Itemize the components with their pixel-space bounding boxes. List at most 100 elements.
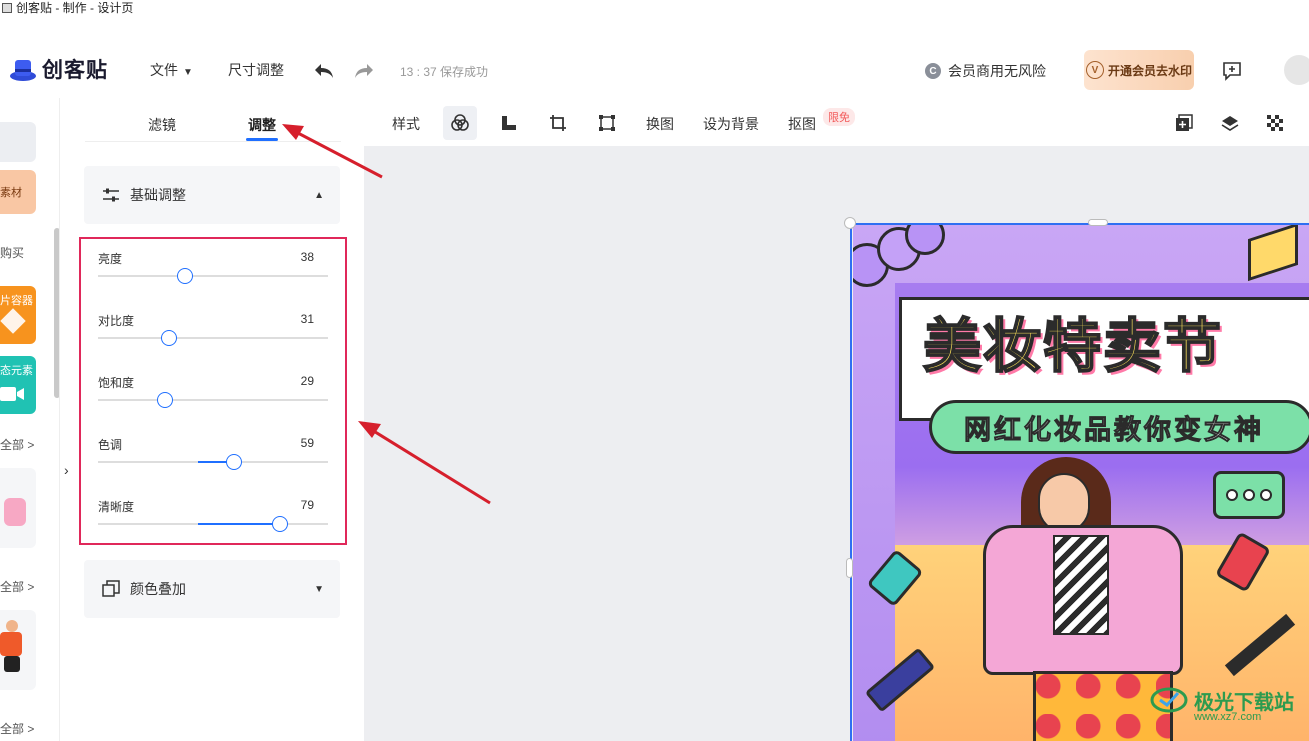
set-background-button[interactable]: 设为背景 [703,114,759,134]
left-sidebar: 素材 购买 片容器 态元素 全部 > 全部 > 全部 > [0,98,60,741]
slider-track[interactable] [98,275,328,277]
sidebar-thumbnail-1[interactable] [0,468,36,548]
filter-icon[interactable] [443,106,477,140]
ruler-icon[interactable] [492,106,526,140]
sidebar-item-material[interactable]: 素材 [0,170,36,214]
resize-handle-top-left[interactable] [844,217,856,229]
copyright-icon: C [925,63,941,79]
logo-text: 创客贴 [42,59,108,82]
color-overlay-section-header[interactable]: 颜色叠加 ▼ [84,560,340,618]
slider-label: 色调 [98,438,123,452]
slider-value: 29 [300,374,314,388]
slider-thumb[interactable] [161,330,178,346]
watermark-logo-icon [1150,687,1188,713]
gift-box-decoration [1248,225,1298,282]
undo-icon[interactable] [311,58,337,84]
transparency-icon[interactable] [1258,106,1292,140]
layers-copy-icon [102,580,120,597]
redo-icon[interactable] [351,58,377,84]
slider-label: 对比度 [98,314,135,328]
sidebar-item-dynamic-label: 态元素 [0,365,33,377]
style-button[interactable]: 样式 [392,114,420,134]
slider-thumb[interactable] [225,454,242,470]
tab-adjust[interactable]: 调整 [248,115,276,135]
slider-track[interactable] [98,399,328,401]
sidebar-item-material-label: 素材 [0,187,22,199]
collapse-up-icon: ▲ [314,189,324,201]
logo[interactable]: 创客贴 [8,54,108,84]
slider-fill [198,523,280,525]
slider-sharpness[interactable]: 清晰度 79 [98,498,328,538]
slider-hue[interactable]: 色调 59 [98,436,328,476]
basic-adjust-section-header[interactable]: 基础调整 ▲ [84,166,340,224]
vip-button-label: 开通会员去水印 [1107,63,1192,78]
sidebar-item-container-label: 片容器 [0,295,33,307]
sidebar-item-container[interactable]: 片容器 [0,286,36,344]
window-title: 创客贴 - 制作 - 设计页 [16,1,134,15]
file-menu-label: 文件 [150,62,178,78]
crop-icon[interactable] [541,106,575,140]
vip-badge-icon: V [1085,61,1104,79]
highlight-box: 亮度 38 对比度 31 饱和度 29 色调 59 清晰度 79 [79,237,347,545]
header: 创客贴 文件 ▼ 尺寸调整 13 : 37 保存成功 C 会员商用无风险 V 开通… [0,40,1309,98]
save-status: 13 : 37 保存成功 [400,65,489,79]
resize-handle-left[interactable] [846,558,853,578]
cutout-button[interactable]: 抠图 [788,114,816,134]
expand-down-icon: ▼ [314,583,324,595]
image-toolbar: 样式 换图 设为背景 抠图 限免 [364,98,1309,146]
logo-hat-icon [8,54,38,84]
layers-icon[interactable] [1213,106,1247,140]
slider-value: 38 [300,250,314,264]
transform-icon[interactable] [590,106,624,140]
collapse-panel-chevron-icon[interactable]: › [64,462,69,478]
poster-image[interactable]: 美妆特卖节 网红化妆品教你变女神 [853,225,1309,741]
app-icon [2,3,12,13]
view-all-link-1[interactable]: 全部 > [0,436,34,453]
free-badge: 限免 [823,108,855,126]
slider-value: 59 [300,436,314,450]
commercial-info[interactable]: C 会员商用无风险 [925,61,1046,81]
sliders-icon [103,188,119,202]
view-all-link-2[interactable]: 全部 > [0,578,34,595]
slider-saturation[interactable]: 饱和度 29 [98,374,328,414]
avatar[interactable] [1284,55,1309,85]
slider-label: 亮度 [98,252,123,266]
slider-brightness[interactable]: 亮度 38 [98,250,328,290]
slider-thumb[interactable] [271,516,288,532]
resize-handle-top[interactable] [1088,219,1108,226]
girl-face [1038,473,1090,533]
slider-contrast[interactable]: 对比度 31 [98,312,328,352]
add-layer-icon[interactable] [1167,106,1201,140]
watermark-url: www.xz7.com [1194,711,1262,723]
sidebar-item-dynamic[interactable]: 态元素 [0,356,36,414]
sidebar-scrollbar[interactable] [54,228,59,398]
cube-icon [0,308,26,334]
video-camera-icon [0,387,24,401]
vip-remove-watermark-button[interactable]: V 开通会员去水印 [1084,50,1194,90]
basic-adjust-label: 基础调整 [130,187,186,203]
feedback-icon[interactable] [1219,58,1245,84]
chat-bubble-icon [1213,471,1285,519]
view-all-link-3[interactable]: 全部 > [0,720,34,737]
window-title-bar: 创客贴 - 制作 - 设计页 [0,0,133,16]
file-menu[interactable]: 文件 ▼ [150,60,193,80]
design-canvas[interactable]: 美妆特卖节 网红化妆品教你变女神 [364,146,1309,741]
sidebar-tile-blank[interactable] [0,122,36,162]
color-overlay-label: 颜色叠加 [130,581,186,597]
resize-menu[interactable]: 尺寸调整 [228,60,284,80]
slider-thumb[interactable] [156,392,173,408]
poster-subtitle: 网红化妆品教你变女神 [929,400,1309,454]
slider-label: 清晰度 [98,500,135,514]
tab-filter[interactable]: 滤镜 [148,115,176,135]
poster-title: 美妆特卖节 [922,311,1224,381]
replace-image-button[interactable]: 换图 [646,114,674,134]
commercial-label: 会员商用无风险 [948,63,1046,79]
sidebar-thumbnail-2[interactable] [0,610,36,690]
slider-value: 79 [300,498,314,512]
slider-thumb[interactable] [177,268,194,284]
slider-track[interactable] [98,337,328,339]
tab-divider [85,141,341,142]
slider-value: 31 [300,312,314,326]
slider-label: 饱和度 [98,376,135,390]
sidebar-buy-label[interactable]: 购买 [0,244,24,261]
